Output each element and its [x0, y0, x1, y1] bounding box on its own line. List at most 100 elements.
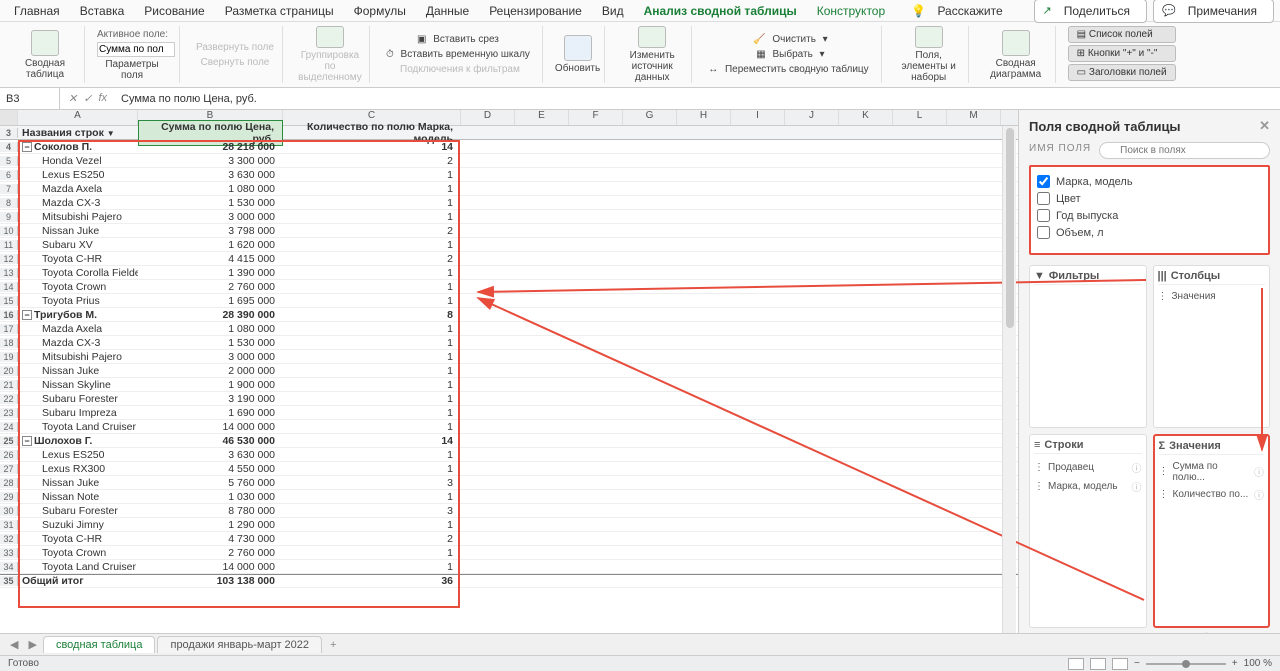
pivot-row[interactable]: 5Honda Vezel3 300 0002 — [0, 154, 1018, 168]
menu-insert[interactable]: Вставка — [72, 2, 133, 20]
view-break-button[interactable] — [1112, 658, 1128, 670]
pivot-row[interactable]: 6Lexus ES2503 630 0001 — [0, 168, 1018, 182]
pivot-row[interactable]: 20Nissan Juke2 000 0001 — [0, 364, 1018, 378]
menu-home[interactable]: Главная — [6, 2, 68, 20]
tab-nav-next[interactable]: ▶ — [24, 638, 40, 651]
buttons-toggle[interactable]: ⊞ Кнопки "+" и "-" — [1068, 45, 1176, 62]
pivot-row[interactable]: 17Mazda Axela1 080 0001 — [0, 322, 1018, 336]
menu-formulas[interactable]: Формулы — [346, 2, 414, 20]
pivot-row[interactable]: 4−Соколов П.28 218 00014 — [0, 140, 1018, 154]
columns-dropzone[interactable]: |||Столбцы ⋮Значения — [1153, 265, 1271, 428]
tell-me[interactable]: 💡 Расскажите — [903, 2, 1019, 20]
pivot-row[interactable]: 9Mitsubishi Pajero3 000 0001 — [0, 210, 1018, 224]
row-item[interactable]: ⋮Продавецⓘ — [1034, 458, 1142, 477]
pivot-row[interactable]: 10Nissan Juke3 798 0002 — [0, 224, 1018, 238]
zoom-slider[interactable] — [1146, 663, 1226, 665]
menu-review[interactable]: Рецензирование — [481, 2, 590, 20]
select-button[interactable]: ▦ Выбрать ▾ — [752, 48, 828, 61]
menu-view[interactable]: Вид — [594, 2, 632, 20]
fields-items-button[interactable]: Поля, элементы и наборы — [890, 26, 969, 83]
fields-icon — [915, 26, 943, 48]
filter-connections-button: Подключения к фильтрам — [396, 63, 524, 76]
value-item[interactable]: ⋮Сумма по полю...ⓘ — [1159, 459, 1265, 485]
pivot-row[interactable]: 28Nissan Juke5 760 0003 — [0, 476, 1018, 490]
pivot-row[interactable]: 26Lexus ES2503 630 0001 — [0, 448, 1018, 462]
field-search-input[interactable] — [1099, 142, 1270, 159]
headers-toggle[interactable]: ▭ Заголовки полей — [1068, 64, 1176, 81]
pivot-row[interactable]: 8Mazda CX-31 530 0001 — [0, 196, 1018, 210]
pivot-row[interactable]: 30Subaru Forester8 780 0003 — [0, 504, 1018, 518]
field-settings-button[interactable]: Параметры поля — [97, 59, 167, 81]
pivot-row[interactable]: 21Nissan Skyline1 900 0001 — [0, 378, 1018, 392]
zoom-in-button[interactable]: + — [1232, 658, 1238, 669]
field-checkbox[interactable]: Марка, модель — [1037, 173, 1262, 190]
insert-timeline-button[interactable]: ⏱ Вставить временную шкалу — [382, 48, 538, 61]
pivot-row[interactable]: 31Suzuki Jimny1 290 0001 — [0, 518, 1018, 532]
pivot-row[interactable]: 15Toyota Prius1 695 0001 — [0, 294, 1018, 308]
pivot-row[interactable]: 24Toyota Land Cruiser14 000 0001 — [0, 420, 1018, 434]
field-checkbox[interactable]: Год выпуска — [1037, 207, 1262, 224]
pivot-row[interactable]: 33Toyota Crown2 760 0001 — [0, 546, 1018, 560]
pivot-row[interactable]: 16−Тригубов М.28 390 0008 — [0, 308, 1018, 322]
zoom-out-button[interactable]: − — [1134, 658, 1140, 669]
move-pivot-button[interactable]: ↔ Переместить сводную таблицу — [704, 63, 876, 76]
field-checkbox[interactable]: Цвет — [1037, 190, 1262, 207]
field-checkbox[interactable]: Объем, л — [1037, 224, 1262, 241]
pivot-table-icon — [31, 30, 59, 56]
pivot-row[interactable]: 7Mazda Axela1 080 0001 — [0, 182, 1018, 196]
pivot-row[interactable]: 34Toyota Land Cruiser14 000 0001 — [0, 560, 1018, 574]
pivot-row[interactable]: 12Toyota C-HR4 415 0002 — [0, 252, 1018, 266]
pivot-row[interactable]: 13Toyota Corolla Fielder1 390 0001 — [0, 266, 1018, 280]
row-item[interactable]: ⋮Марка, модельⓘ — [1034, 477, 1142, 496]
pivot-row[interactable]: 18Mazda CX-31 530 0001 — [0, 336, 1018, 350]
ribbon-pivot-table[interactable]: Сводная таблица — [6, 26, 85, 83]
tab-nav-prev[interactable]: ◀ — [6, 638, 22, 651]
add-sheet-button[interactable]: + — [324, 639, 342, 651]
status-bar: Готово − + 100 % — [0, 655, 1280, 671]
menu-layout[interactable]: Разметка страницы — [217, 2, 342, 20]
fx-icons[interactable]: ✕✓fx — [60, 92, 115, 105]
pivot-row[interactable]: 32Toyota C-HR4 730 0002 — [0, 532, 1018, 546]
refresh-button[interactable]: Обновить — [551, 26, 605, 83]
pivot-row[interactable]: 14Toyota Crown2 760 0001 — [0, 280, 1018, 294]
comments-button[interactable]: 💬 Примечания — [1153, 0, 1274, 23]
menu-design[interactable]: Конструктор — [809, 2, 893, 20]
insert-slicer-button[interactable]: ▣ Вставить срез — [413, 33, 507, 46]
view-page-button[interactable] — [1090, 658, 1106, 670]
zoom-level[interactable]: 100 % — [1244, 658, 1272, 669]
pivot-row[interactable]: 25−Шолохов Г.46 530 00014 — [0, 434, 1018, 448]
menu-pivot-analyze[interactable]: Анализ сводной таблицы — [636, 2, 805, 20]
pivot-chart-button[interactable]: Сводная диаграмма — [977, 26, 1056, 83]
vertical-scrollbar[interactable] — [1002, 126, 1016, 633]
clear-button[interactable]: 🧹 Очистить ▾ — [749, 33, 832, 46]
pivot-row[interactable]: 22Subaru Forester3 190 0001 — [0, 392, 1018, 406]
value-item[interactable]: ⋮Количество по...ⓘ — [1159, 485, 1265, 504]
menu-draw[interactable]: Рисование — [136, 2, 212, 20]
close-pane-button[interactable]: ✕ — [1259, 118, 1270, 134]
pivot-row[interactable]: 23Subaru Impreza1 690 0001 — [0, 406, 1018, 420]
pivot-row[interactable]: 11Subaru XV1 620 0001 — [0, 238, 1018, 252]
cell-reference[interactable]: B3 — [0, 88, 60, 109]
field-name-label: ИМЯ ПОЛЯ — [1029, 143, 1091, 154]
menu-data[interactable]: Данные — [418, 2, 477, 20]
active-field-input[interactable] — [97, 42, 175, 57]
pivot-row[interactable]: 29Nissan Note1 030 0001 — [0, 490, 1018, 504]
share-button[interactable]: ↗ Поделиться — [1034, 0, 1147, 23]
sheet-tab-active[interactable]: сводная таблица — [43, 636, 156, 653]
values-dropzone[interactable]: ΣЗначения ⋮Сумма по полю...ⓘ ⋮Количество… — [1153, 434, 1271, 629]
field-list-toggle[interactable]: ▤ Список полей — [1068, 26, 1176, 43]
pivot-row[interactable]: 35Общий итог103 138 00036 — [0, 574, 1018, 588]
pivot-row[interactable]: 27Lexus RX3004 550 0001 — [0, 462, 1018, 476]
formula-input[interactable]: Сумма по полю Цена, руб. — [115, 93, 1280, 105]
pivot-row[interactable]: 19Mitsubishi Pajero3 000 0001 — [0, 350, 1018, 364]
rows-dropzone[interactable]: ≡Строки ⋮Продавецⓘ ⋮Марка, модельⓘ — [1029, 434, 1147, 629]
sheet-tab[interactable]: продажи январь-март 2022 — [157, 636, 322, 653]
filters-dropzone[interactable]: ▼Фильтры — [1029, 265, 1147, 428]
spreadsheet-grid[interactable]: ABC DEFGHIJKLM 3Названия строк ▼Сумма по… — [0, 110, 1018, 655]
column-item[interactable]: ⋮Значения — [1158, 289, 1266, 304]
sheet-tabs: ◀ ▶ сводная таблица продажи январь-март … — [0, 633, 1280, 655]
group-icon — [316, 26, 344, 48]
change-datasource-button[interactable]: Изменить источник данных — [613, 26, 692, 83]
pivot-header-row[interactable]: 3Названия строк ▼Сумма по полю Цена, руб… — [0, 126, 1018, 140]
view-normal-button[interactable] — [1068, 658, 1084, 670]
